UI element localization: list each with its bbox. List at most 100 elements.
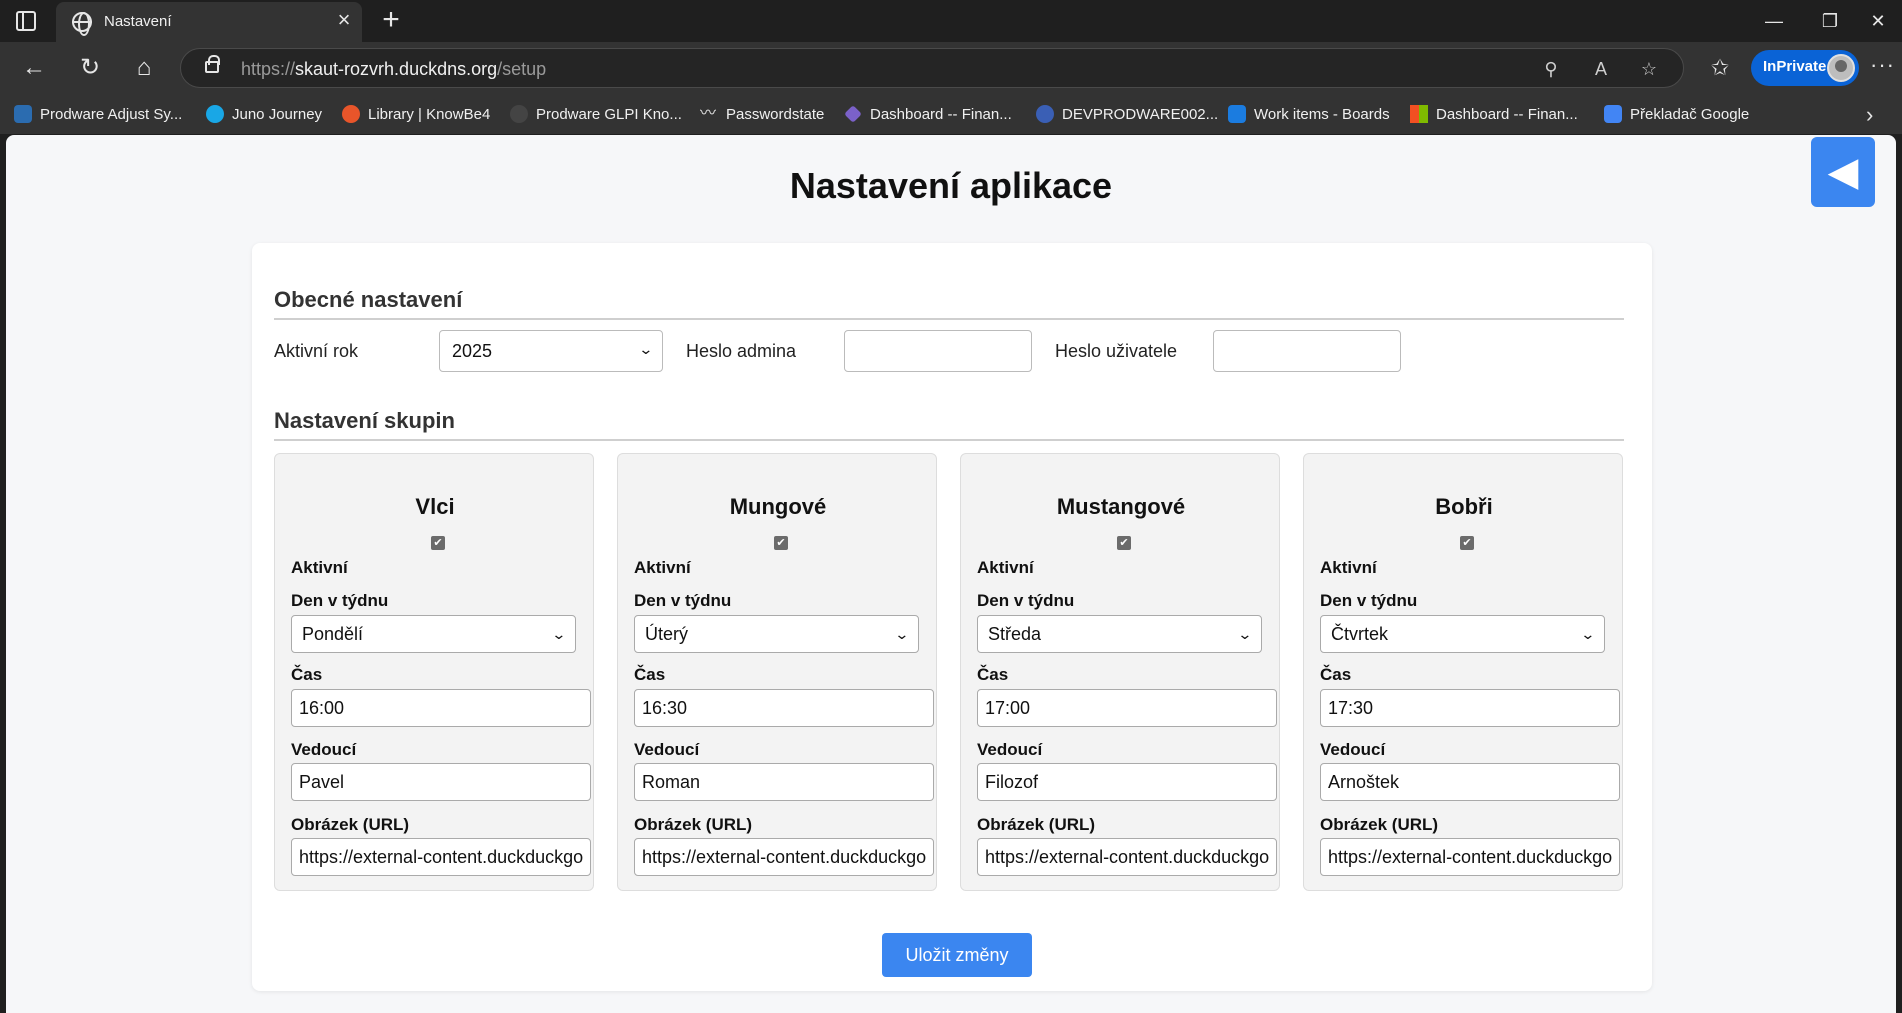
bookmark-favicon-icon — [1036, 105, 1054, 123]
bookmark-item[interactable]: DEVPRODWARE002... — [1036, 102, 1218, 126]
weekday-label: Den v týdnu — [977, 591, 1075, 610]
globe-icon — [72, 12, 92, 36]
active-checkbox[interactable]: ✔ — [774, 536, 788, 550]
page-content: ◀ Nastavení aplikace Obecné nastavení Ak… — [6, 135, 1896, 1013]
image-url-input[interactable]: https://external-content.duckduckgo — [291, 838, 591, 876]
image-url-label: Obrázek (URL) — [634, 815, 753, 834]
inprivate-badge[interactable]: InPrivate — [1751, 50, 1859, 86]
settings-card: Obecné nastavení Aktivní rok 2025 ⌄ Hesl… — [252, 243, 1652, 991]
leader-input[interactable]: Filozof — [977, 763, 1277, 801]
image-url-input[interactable]: https://external-content.duckduckgo — [634, 838, 934, 876]
minimize-icon[interactable]: — — [1754, 6, 1794, 36]
active-checkbox[interactable]: ✔ — [431, 536, 445, 550]
home-icon[interactable]: ⌂ — [126, 50, 162, 86]
weekday-select[interactable]: Pondělí ⌄ — [291, 615, 576, 653]
bookmark-item[interactable]: Prodware GLPI Kno... — [510, 102, 682, 126]
tab-title: Nastavení — [104, 13, 172, 30]
group-name: Vlci — [415, 494, 455, 519]
restore-icon[interactable]: ❐ — [1810, 6, 1850, 36]
bookmark-favicon-icon — [1604, 105, 1622, 123]
active-label: Aktivní — [1320, 558, 1377, 577]
bookmark-favicon-icon — [510, 105, 528, 123]
more-options-icon[interactable]: ··· — [1870, 52, 1895, 78]
divider — [274, 318, 1624, 320]
time-label: Čas — [1320, 665, 1352, 684]
lock-icon[interactable] — [205, 55, 220, 73]
save-button[interactable]: Uložit změny — [882, 933, 1032, 977]
time-label: Čas — [291, 665, 323, 684]
new-tab-icon[interactable]: + — [376, 5, 406, 36]
time-label: Čas — [634, 665, 666, 684]
chevron-right-icon[interactable]: › — [1866, 102, 1873, 128]
window-close-icon[interactable]: ✕ — [1858, 6, 1898, 36]
time-label: Čas — [977, 665, 1009, 684]
bookmark-favicon-icon — [342, 105, 360, 123]
favorites-icon[interactable]: ✩ — [1706, 54, 1734, 82]
chevron-down-icon: ⌄ — [638, 341, 654, 357]
bookmark-item[interactable]: Library | KnowBe4 — [342, 102, 490, 126]
weekday-label: Den v týdnu — [1320, 591, 1418, 610]
tab-actions-icon[interactable] — [16, 11, 36, 31]
weekday-select[interactable]: Středa ⌄ — [977, 615, 1262, 653]
url-text: https://skaut-rozvrh.duckdns.org/setup — [241, 59, 547, 79]
zoom-icon[interactable]: ⚲ — [1539, 57, 1563, 81]
active-label: Aktivní — [291, 558, 348, 577]
leader-input[interactable]: Pavel — [291, 763, 591, 801]
bookmark-favicon-icon — [844, 105, 862, 123]
bookmark-favicon-icon — [1228, 105, 1246, 123]
browser-tab-active[interactable]: Nastavení × — [56, 2, 362, 42]
chevron-down-icon: ⌄ — [551, 626, 567, 642]
pulse-icon: 〰 — [700, 105, 717, 122]
image-url-input[interactable]: https://external-content.duckduckgo — [1320, 838, 1620, 876]
chevron-down-icon: ⌄ — [1237, 626, 1253, 642]
active-label: Aktivní — [977, 558, 1034, 577]
back-arrow-icon[interactable]: ← — [16, 50, 52, 86]
weekday-select[interactable]: Úterý ⌄ — [634, 615, 919, 653]
address-bar[interactable]: https://skaut-rozvrh.duckdns.org/setup ⚲… — [180, 48, 1684, 88]
page-title: Nastavení aplikace — [789, 165, 1113, 206]
time-input[interactable]: 16:30 — [634, 689, 934, 727]
weekday-select[interactable]: Čtvrtek ⌄ — [1320, 615, 1605, 653]
bookmark-item[interactable]: Work items - Boards — [1228, 102, 1390, 126]
leader-label: Vedoucí — [977, 740, 1043, 759]
divider — [274, 439, 1624, 441]
time-input[interactable]: 17:00 — [977, 689, 1277, 727]
image-url-input[interactable]: https://external-content.duckduckgo — [977, 838, 1277, 876]
leader-label: Vedoucí — [291, 740, 357, 759]
groups-settings-heading: Nastavení skupin — [274, 408, 455, 433]
refresh-icon[interactable]: ↻ — [72, 50, 108, 86]
active-year-label: Aktivní rok — [274, 341, 359, 361]
bookmark-item[interactable]: Překladač Google — [1604, 102, 1749, 126]
group-name: Mungové — [729, 494, 827, 519]
favorite-star-icon[interactable]: ☆ — [1637, 57, 1661, 81]
group-card-mungove: Mungové ✔ Aktivní Den v týdnu Úterý ⌄ Čas… — [617, 453, 937, 891]
active-checkbox[interactable]: ✔ — [1460, 536, 1474, 550]
bookmarks-bar: Prodware Adjust Sy... Juno Journey Libra… — [0, 94, 1902, 134]
bookmark-item[interactable]: Juno Journey — [206, 102, 322, 126]
image-url-label: Obrázek (URL) — [1320, 815, 1439, 834]
admin-password-input[interactable] — [844, 330, 1032, 372]
bookmark-item[interactable]: Prodware Adjust Sy... — [14, 102, 182, 126]
group-card-mustangove: Mustangové ✔ Aktivní Den v týdnu Středa ⌄… — [960, 453, 1280, 891]
read-aloud-icon[interactable]: A — [1589, 57, 1613, 81]
user-password-input[interactable] — [1213, 330, 1401, 372]
image-url-label: Obrázek (URL) — [977, 815, 1096, 834]
leader-input[interactable]: Arnoštek — [1320, 763, 1620, 801]
group-card-vlci: Vlci ✔ Aktivní Den v týdnu Pondělí ⌄ Čas … — [274, 453, 594, 891]
browser-toolbar: ← ↻ ⌂ https://skaut-rozvrh.duckdns.org/s… — [0, 42, 1902, 94]
group-name: Bobři — [1435, 494, 1493, 519]
leader-label: Vedoucí — [634, 740, 700, 759]
time-input[interactable]: 17:30 — [1320, 689, 1620, 727]
bookmark-item[interactable]: 〰 Passwordstate — [700, 102, 824, 126]
active-checkbox[interactable]: ✔ — [1117, 536, 1131, 550]
weekday-label: Den v týdnu — [291, 591, 389, 610]
chevron-down-icon: ⌄ — [894, 626, 910, 642]
browser-titlebar: Nastavení × + — ❐ ✕ — [0, 0, 1902, 42]
bookmark-item[interactable]: Dashboard -- Finan... — [844, 102, 1012, 126]
group-name: Mustangové — [1056, 494, 1186, 519]
bookmark-item[interactable]: Dashboard -- Finan... — [1410, 102, 1578, 126]
active-year-select[interactable]: 2025 ⌄ — [439, 330, 663, 372]
time-input[interactable]: 16:00 — [291, 689, 591, 727]
close-tab-icon[interactable]: × — [332, 8, 356, 32]
leader-input[interactable]: Roman — [634, 763, 934, 801]
